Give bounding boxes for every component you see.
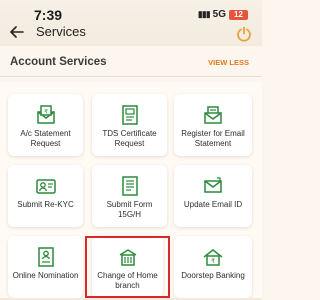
tile-submit-re-kyc[interactable]: Submit Re-KYC: [8, 165, 83, 227]
power-icon: [237, 26, 251, 42]
divider: [0, 76, 262, 77]
tile-ac-statement-request[interactable]: ₹ A/c Statement Request: [8, 94, 83, 156]
tile-label: Submit Form 15G/H: [106, 200, 153, 219]
tile-online-nomination[interactable]: Online Nomination: [8, 236, 83, 298]
tile-tds-certificate-request[interactable]: TDS Certificate Request: [92, 94, 167, 156]
status-time: 7:39: [34, 7, 63, 23]
tile-label: TDS Certificate Request: [102, 129, 157, 148]
tile-submit-form-15gh[interactable]: Submit Form 15G/H: [92, 165, 167, 227]
tile-update-email-id[interactable]: Update Email ID: [174, 165, 252, 227]
signal-icon: ▮▮▮: [197, 9, 211, 19]
services-grid: ₹ A/c Statement Request TDS Certificate …: [0, 82, 262, 300]
network-label: 5G: [212, 9, 226, 20]
tile-label: Register for Email Statement: [181, 129, 245, 148]
id-card-icon: [35, 179, 56, 194]
tile-change-home-branch[interactable]: Change of Home branch: [92, 236, 163, 298]
tile-label: A/c Statement Request: [20, 129, 71, 148]
svg-text:₹: ₹: [44, 109, 48, 116]
top-bar: 7:39 ▮▮▮ 5G 12 Services: [0, 0, 262, 46]
tile-label: Submit Re-KYC: [17, 200, 74, 209]
nomination-doc-icon: [37, 247, 54, 267]
email-update-icon: [204, 177, 222, 193]
branch-change-icon: [119, 249, 136, 266]
tile-label: Doorstep Banking: [181, 271, 245, 280]
statement-envelope-icon: ₹: [36, 105, 55, 124]
back-button[interactable]: [10, 23, 28, 41]
power-button[interactable]: [236, 26, 254, 44]
status-icons: ▮▮▮ 5G 12: [198, 9, 248, 20]
home-bank-icon: ₹: [203, 249, 223, 266]
arrow-left-icon: [10, 26, 24, 38]
form-doc-icon: [121, 176, 138, 196]
tile-label: Change of Home branch: [97, 271, 158, 290]
email-register-icon: [204, 106, 222, 124]
tile-register-email-statement[interactable]: Register for Email Statement: [174, 94, 252, 156]
certificate-doc-icon: [121, 105, 138, 125]
page-title: Services: [36, 24, 86, 39]
battery-icon: 12: [229, 9, 248, 20]
tile-label: Online Nomination: [12, 271, 79, 280]
tile-doorstep-banking[interactable]: ₹ Doorstep Banking: [174, 236, 252, 298]
section-title: Account Services: [10, 56, 107, 68]
svg-text:₹: ₹: [211, 258, 215, 265]
tile-label: Update Email ID: [183, 200, 243, 209]
view-less-link[interactable]: VIEW LESS: [208, 58, 249, 67]
